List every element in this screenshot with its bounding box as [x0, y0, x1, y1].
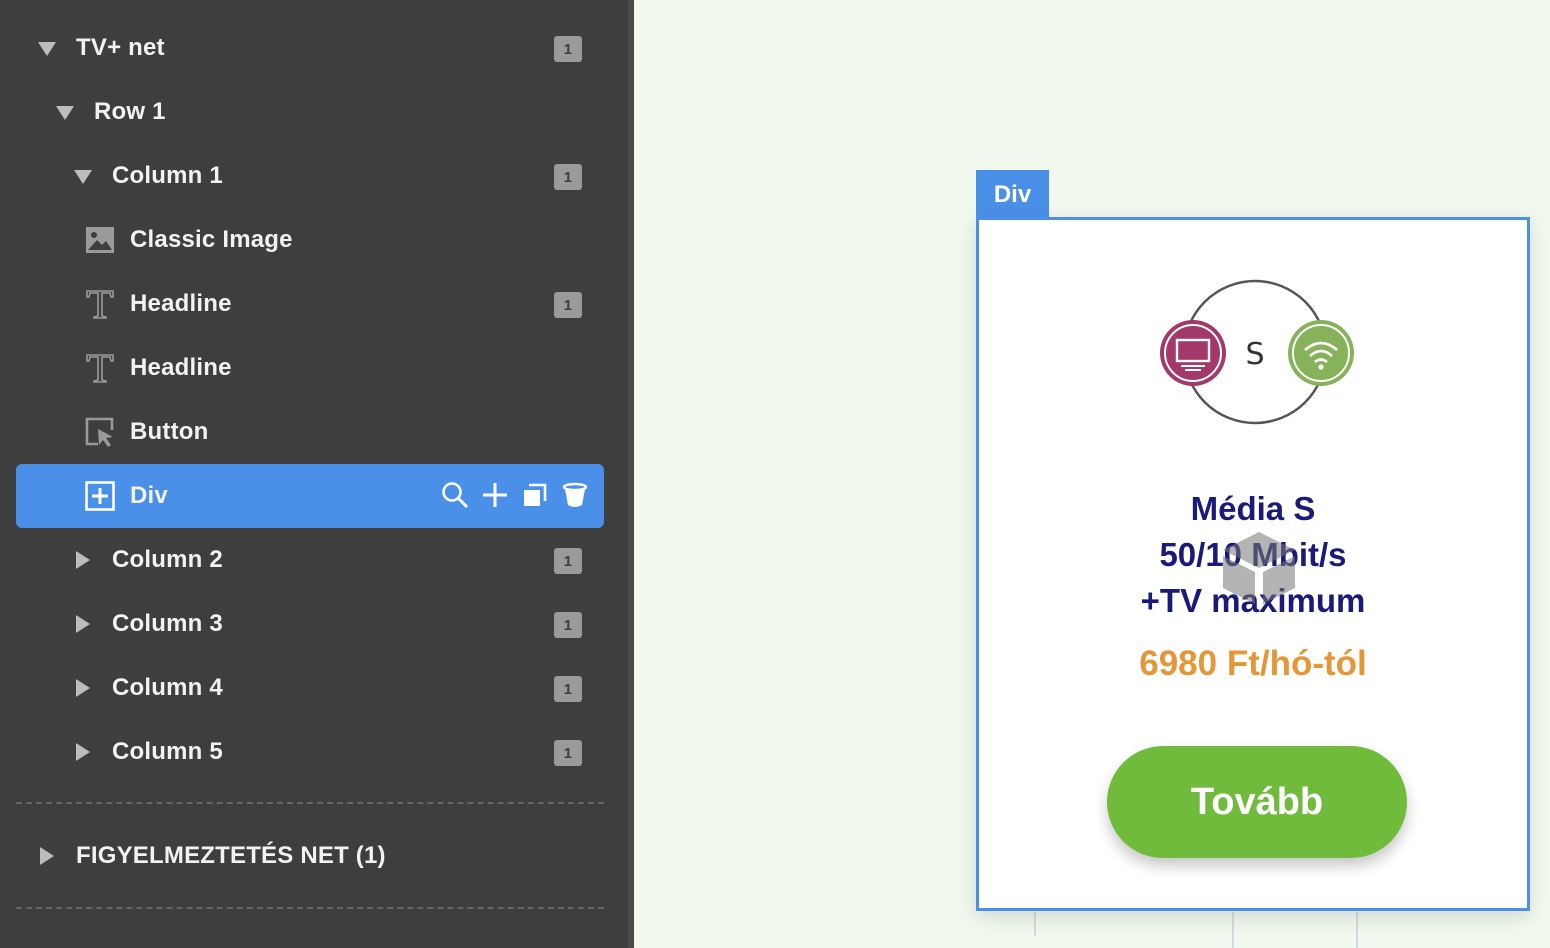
layer-column-3[interactable]: Column 3 1 — [16, 592, 604, 656]
layer-label: Column 3 — [112, 610, 223, 637]
expand-triangle-icon[interactable] — [38, 42, 56, 56]
layer-label: Column 5 — [112, 738, 223, 765]
count-badge: 1 — [554, 164, 582, 190]
layer-label: Headline — [130, 354, 232, 381]
count-badge: 1 — [554, 676, 582, 702]
text-icon — [86, 290, 114, 319]
layer-label: Classic Image — [130, 226, 293, 253]
trash-icon[interactable] — [560, 480, 590, 510]
count-badge: 1 — [554, 36, 582, 62]
layer-column-1[interactable]: Column 1 1 — [16, 144, 604, 208]
drag-box-icon[interactable] — [1221, 532, 1297, 604]
layer-section-figyelmeztetes[interactable]: FIGYELMEZTETÉS NET (1) — [16, 824, 604, 888]
layer-label: Column 2 — [112, 546, 223, 573]
layer-label: Button — [130, 418, 209, 445]
layer-label: Div — [130, 482, 168, 509]
section-divider — [16, 802, 604, 804]
card-body: S Média S 50/10 Mbit/s +TV maximum 6980 … — [983, 224, 1523, 904]
layer-label: FIGYELMEZTETÉS NET (1) — [76, 842, 386, 869]
layer-classic-image[interactable]: Classic Image — [16, 208, 604, 272]
expand-triangle-icon[interactable] — [56, 106, 74, 120]
count-badge: 1 — [554, 548, 582, 574]
collapse-triangle-icon[interactable] — [40, 847, 54, 865]
layer-row-1[interactable]: Row 1 — [16, 80, 604, 144]
layer-column-2[interactable]: Column 2 1 — [16, 528, 604, 592]
section-divider — [16, 907, 604, 909]
layer-actions — [440, 480, 590, 510]
layer-headline-1[interactable]: Headline 1 — [16, 272, 604, 336]
plus-square-icon — [85, 481, 115, 511]
collapse-triangle-icon[interactable] — [76, 615, 90, 633]
layer-button[interactable]: Button — [16, 400, 604, 464]
layer-headline-2[interactable]: Headline — [16, 336, 604, 400]
layers-panel: TV+ net 1 Row 1 Column 1 1 Classic Image… — [0, 0, 628, 948]
background-line — [1034, 912, 1036, 936]
selected-div-card[interactable]: S Média S 50/10 Mbit/s +TV maximum 6980 … — [976, 217, 1530, 911]
background-line — [1356, 912, 1358, 948]
collapse-triangle-icon[interactable] — [76, 743, 90, 761]
collapse-triangle-icon[interactable] — [76, 679, 90, 697]
cursor-icon — [85, 417, 114, 447]
layer-label: Column 1 — [112, 162, 223, 189]
copy-icon[interactable] — [520, 480, 550, 510]
collapse-triangle-icon[interactable] — [76, 551, 90, 569]
media-s-logo-icon: S — [1160, 279, 1354, 425]
image-icon — [86, 227, 114, 253]
expand-triangle-icon[interactable] — [74, 170, 92, 184]
layer-label: TV+ net — [76, 34, 165, 61]
layer-tv-net[interactable]: TV+ net 1 — [16, 16, 604, 80]
price-headline: 6980 Ft/hó-tól — [1139, 644, 1367, 683]
logo-letter: S — [1245, 337, 1264, 372]
layer-div-selected[interactable]: Div — [16, 464, 604, 528]
layer-column-5[interactable]: Column 5 1 — [16, 720, 604, 784]
title-line: Média S — [1190, 490, 1316, 527]
panel-resize-handle[interactable] — [628, 0, 634, 948]
layer-label: Row 1 — [94, 98, 166, 125]
plus-icon[interactable] — [480, 480, 510, 510]
count-badge: 1 — [554, 740, 582, 766]
text-icon — [86, 354, 114, 383]
layer-column-4[interactable]: Column 4 1 — [16, 656, 604, 720]
tovabb-button[interactable]: Tovább — [1107, 746, 1407, 858]
selection-tag: Div — [976, 170, 1049, 220]
layer-label: Headline — [130, 290, 232, 317]
background-line — [1232, 912, 1234, 948]
layer-label: Column 4 — [112, 674, 223, 701]
search-icon[interactable] — [440, 480, 470, 510]
count-badge: 1 — [554, 292, 582, 318]
count-badge: 1 — [554, 612, 582, 638]
